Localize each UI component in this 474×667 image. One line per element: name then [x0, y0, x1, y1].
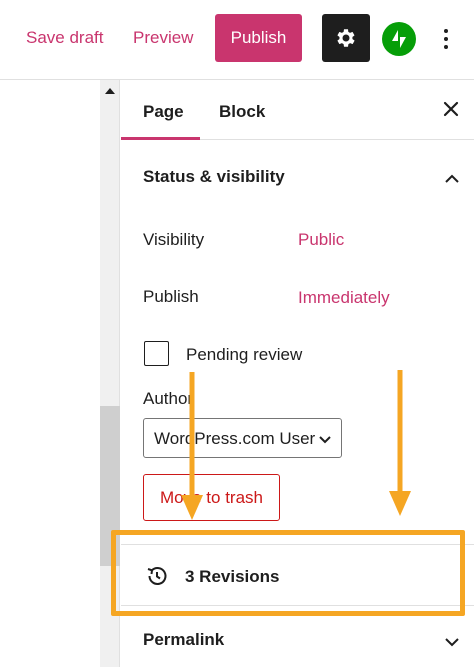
- permalink-panel-toggle[interactable]: Permalink: [121, 618, 474, 667]
- publish-button[interactable]: Publish: [215, 14, 302, 62]
- tab-page[interactable]: Page: [143, 102, 184, 122]
- pending-review-checkbox[interactable]: [144, 341, 169, 366]
- active-tab-indicator: [121, 137, 200, 140]
- move-to-trash-button[interactable]: Move to trash: [143, 474, 280, 521]
- chevron-down-icon: [319, 436, 331, 444]
- author-select[interactable]: WordPress.com User: [143, 418, 342, 458]
- author-selected-value: WordPress.com User: [154, 429, 316, 448]
- save-draft-button[interactable]: Save draft: [26, 28, 104, 48]
- ellipsis-dot: [444, 37, 448, 41]
- pending-review-label[interactable]: Pending review: [186, 345, 302, 365]
- jetpack-button[interactable]: [382, 22, 416, 56]
- permalink-title: Permalink: [143, 630, 225, 649]
- chevron-down-icon: [445, 638, 459, 647]
- status-visibility-panel-toggle[interactable]: Status & visibility: [121, 141, 474, 211]
- vertical-ellipsis-icon: [444, 29, 448, 33]
- scroll-up-arrow-icon[interactable]: [105, 88, 115, 94]
- preview-button[interactable]: Preview: [133, 28, 193, 48]
- jetpack-icon: [392, 30, 406, 48]
- ellipsis-dot: [444, 45, 448, 49]
- publish-date-toggle[interactable]: Immediately: [298, 288, 390, 308]
- tab-block[interactable]: Block: [219, 102, 265, 122]
- more-options-button[interactable]: [436, 22, 456, 56]
- visibility-toggle[interactable]: Public: [298, 230, 344, 250]
- panel-title: Status & visibility: [143, 167, 285, 186]
- publish-label: Publish: [143, 287, 199, 306]
- sidebar-tabs: Page Block: [121, 80, 474, 140]
- settings-button[interactable]: [322, 14, 370, 62]
- visibility-label: Visibility: [143, 230, 205, 249]
- editor-header: Save draft Preview Publish: [0, 0, 474, 80]
- gear-icon: [337, 29, 355, 47]
- close-icon[interactable]: [440, 98, 462, 120]
- annotation-highlight-box: [111, 530, 465, 616]
- author-label: Author: [143, 389, 194, 408]
- editor-canvas[interactable]: [0, 80, 100, 667]
- chevron-up-icon: [445, 174, 459, 183]
